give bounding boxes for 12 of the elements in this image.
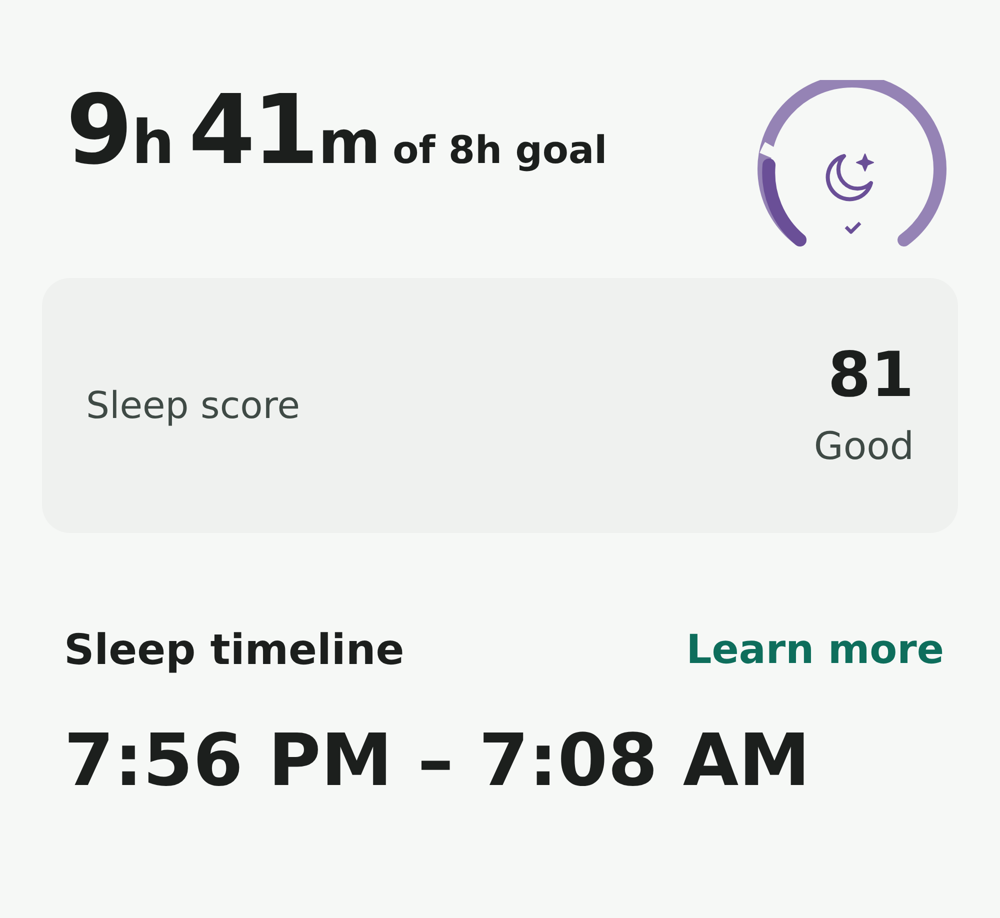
section-title: Sleep timeline	[64, 625, 404, 674]
minutes-unit: m	[318, 108, 381, 178]
hours-unit: h	[132, 108, 175, 178]
sleep-score-label: Sleep score	[86, 384, 300, 427]
sleep-score-card[interactable]: Sleep score 81 Good	[42, 278, 958, 533]
goal-text: of 8h goal	[392, 128, 608, 172]
sleep-score-value: 81	[828, 344, 914, 406]
sleep-time-range: 7:56 PM – 7:08 AM	[63, 717, 812, 796]
minutes-value: 41	[188, 82, 316, 178]
hours-value: 9	[66, 82, 130, 178]
learn-more-link[interactable]: Learn more	[686, 626, 944, 672]
sleep-score-rating: Good	[814, 424, 914, 468]
